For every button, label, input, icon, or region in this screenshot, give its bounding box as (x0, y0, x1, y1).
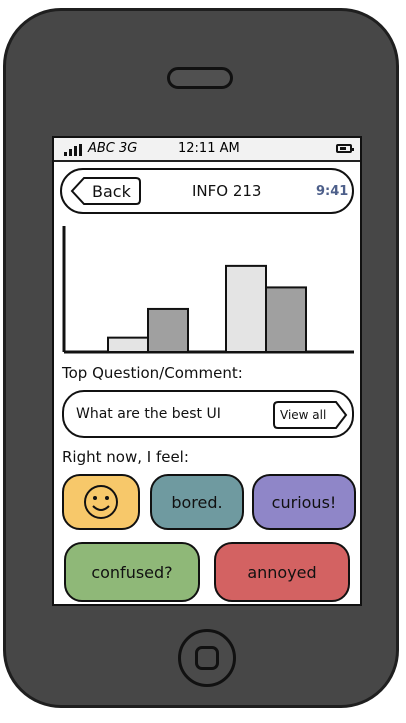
top-question-text: What are the best UI (76, 406, 221, 422)
chart-bar-2 (147, 307, 189, 353)
home-square-icon (195, 646, 219, 670)
back-button[interactable]: Back (70, 176, 142, 206)
phone-body: ABC 3G 12:11 AM Back INFO 213 9:41 Top Q… (3, 8, 399, 708)
mood-happy-button[interactable] (62, 474, 140, 530)
phone-screen: ABC 3G 12:11 AM Back INFO 213 9:41 Top Q… (52, 136, 362, 606)
signal-icon (64, 144, 84, 156)
status-time: 12:11 AM (178, 141, 240, 156)
feel-label: Right now, I feel: (62, 448, 189, 466)
smiley-face-icon (84, 485, 118, 519)
mood-curious-button[interactable]: curious! (252, 474, 356, 530)
mood-bored-label: bored. (171, 492, 223, 512)
top-question-box[interactable]: What are the best UI View all (62, 390, 354, 438)
chart-bar-4 (265, 286, 307, 353)
top-question-label: Top Question/Comment: (62, 364, 243, 382)
chart-bar-3 (225, 264, 267, 353)
mood-curious-label: curious! (271, 492, 337, 512)
speaker-slot (167, 67, 233, 89)
mood-annoyed-label: annoyed (247, 562, 317, 582)
carrier-label: ABC 3G (88, 141, 138, 156)
mood-bar-chart (62, 226, 354, 354)
chart-bar-1 (107, 336, 149, 353)
view-all-label: View all (280, 408, 327, 422)
mood-confused-label: confused? (91, 562, 173, 582)
battery-icon (336, 144, 354, 153)
home-button[interactable] (178, 629, 236, 687)
status-bar: ABC 3G 12:11 AM (54, 138, 360, 162)
mood-bored-button[interactable]: bored. (150, 474, 244, 530)
nav-clock: 9:41 (316, 184, 349, 199)
nav-bar: Back INFO 213 9:41 (60, 168, 354, 214)
mood-confused-button[interactable]: confused? (64, 542, 200, 602)
page-title: INFO 213 (192, 182, 262, 200)
back-button-label: Back (92, 182, 131, 201)
mood-annoyed-button[interactable]: annoyed (214, 542, 350, 602)
view-all-button[interactable]: View all (272, 400, 348, 430)
